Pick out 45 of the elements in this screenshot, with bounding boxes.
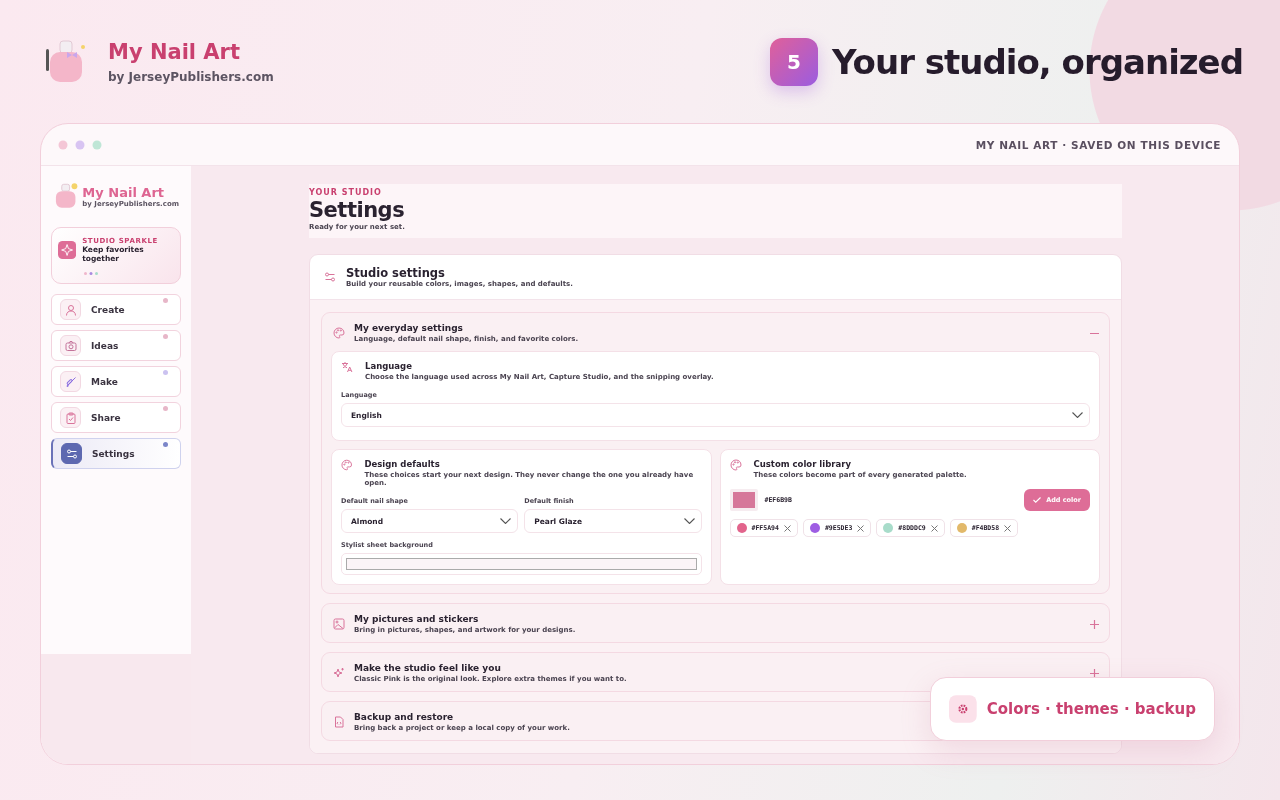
window-controls-icon	[58, 139, 102, 150]
file-code-icon	[333, 716, 345, 728]
panel-title: Design defaults	[364, 459, 441, 469]
sparkle-icon	[58, 240, 77, 260]
page-title: Settings	[309, 197, 406, 223]
color-swatch[interactable]	[729, 489, 758, 511]
panel-title: Custom color library	[753, 459, 852, 469]
app-name: My Nail Art	[108, 39, 241, 65]
remove-icon[interactable]	[783, 524, 791, 532]
sparkle-icon	[333, 667, 345, 679]
polish-bottle-icon	[53, 182, 79, 210]
carousel-dots-icon	[84, 272, 98, 275]
palette-icon	[341, 459, 353, 471]
nav-item[interactable]: Make	[51, 366, 181, 397]
palette-icon	[729, 459, 742, 471]
chevron-down-icon	[1072, 412, 1083, 418]
page-eyebrow: YOUR STUDIO	[309, 188, 383, 197]
step-title: Your studio, organized	[832, 41, 1243, 82]
remove-icon[interactable]	[1004, 524, 1012, 532]
person-icon	[64, 303, 77, 316]
clipboard-icon	[64, 411, 77, 424]
app-name: My Nail Art	[82, 184, 165, 200]
panel-title: Language	[365, 361, 413, 371]
publisher-text: by JerseyPublishers.com	[108, 70, 274, 84]
card-title: Studio settings	[346, 266, 445, 280]
sliders-icon	[65, 447, 78, 460]
nav-item[interactable]: Settings	[51, 438, 181, 469]
translate-icon	[341, 361, 353, 373]
nav-item[interactable]: Create	[51, 294, 181, 325]
chevron-down-icon	[500, 518, 512, 524]
brush-icon	[64, 375, 77, 388]
check-icon	[1033, 497, 1042, 503]
remove-icon[interactable]	[857, 524, 865, 532]
remove-icon[interactable]	[930, 524, 938, 532]
image-icon	[333, 618, 345, 630]
sliders-icon	[324, 271, 336, 283]
save-status: MY NAIL ART · SAVED ON THIS DEVICE	[975, 138, 1221, 151]
step-badge: 5	[770, 37, 819, 86]
chevron-down-icon	[683, 518, 695, 524]
camera-icon	[64, 339, 77, 352]
nav-item[interactable]: Share	[51, 402, 181, 433]
palette-icon	[333, 327, 345, 339]
nav-item[interactable]: Ideas	[51, 330, 181, 361]
background-field[interactable]	[341, 553, 702, 575]
expand-icon[interactable]	[1090, 619, 1099, 629]
